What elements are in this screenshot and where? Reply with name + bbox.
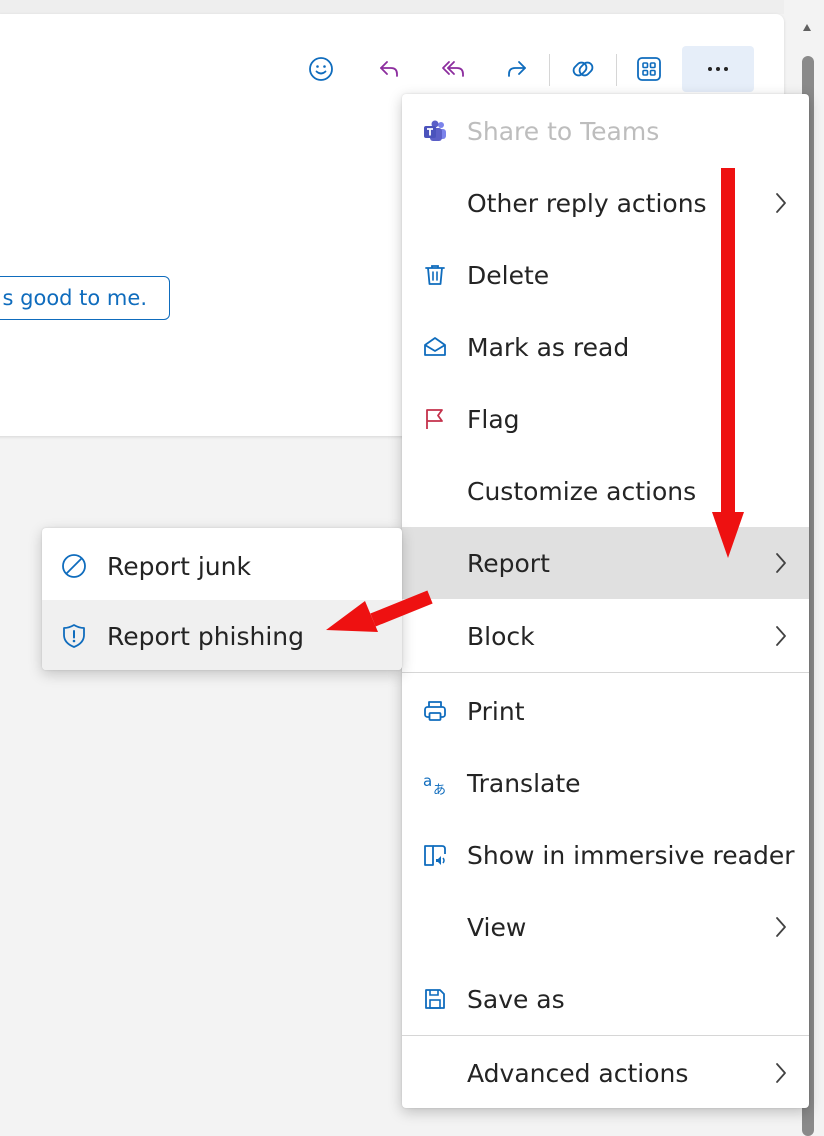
reply-all-button[interactable]: [430, 46, 476, 92]
menu-item-customize-actions[interactable]: Customize actions: [402, 455, 809, 527]
scroll-up-arrow-icon[interactable]: [803, 24, 811, 31]
more-actions-button[interactable]: [682, 46, 754, 92]
emoji-button[interactable]: [298, 46, 344, 92]
submenu-item-label: Report phishing: [107, 621, 305, 651]
svg-text:a: a: [423, 772, 432, 790]
menu-item-translate[interactable]: a あ Translate: [402, 747, 809, 819]
reply-all-icon: [442, 61, 464, 77]
menu-item-share-to-teams[interactable]: Share to Teams: [402, 95, 809, 167]
flag-icon: [422, 406, 448, 432]
report-submenu: Report junk Report phishing: [42, 528, 402, 670]
top-strip: [0, 0, 784, 14]
menu-item-report[interactable]: Report: [402, 527, 809, 599]
reply-button[interactable]: [366, 46, 412, 92]
menu-item-immersive-reader[interactable]: Show in immersive reader: [402, 819, 809, 891]
menu-item-label: Share to Teams: [467, 116, 660, 146]
menu-item-label: Mark as read: [467, 332, 630, 362]
suggested-reply-button[interactable]: s good to me.: [0, 276, 170, 320]
menu-item-label: Advanced actions: [467, 1058, 689, 1088]
toolbar-separator: [616, 54, 617, 86]
forward-button[interactable]: [494, 46, 540, 92]
teams-icon: [422, 118, 448, 144]
menu-item-label: Print: [467, 696, 525, 726]
save-icon: [422, 986, 448, 1012]
chevron-right-icon: [776, 1063, 786, 1083]
menu-item-block[interactable]: Block: [402, 600, 809, 672]
toolbar-separator: [549, 54, 550, 86]
menu-item-other-reply-actions[interactable]: Other reply actions: [402, 167, 809, 239]
chevron-right-icon: [776, 917, 786, 937]
menu-item-label: Delete: [467, 260, 550, 290]
more-actions-menu: Share to Teams Other reply actions Delet…: [402, 94, 809, 1108]
submenu-item-report-phishing[interactable]: Report phishing: [42, 600, 402, 670]
loop-icon: [572, 61, 594, 77]
apps-button[interactable]: [626, 46, 672, 92]
printer-icon: [422, 698, 448, 724]
trash-icon: [422, 262, 448, 288]
menu-item-label: Report: [467, 548, 550, 578]
smiley-icon: [309, 57, 333, 81]
forward-icon: [508, 61, 526, 77]
menu-item-mark-as-read[interactable]: Mark as read: [402, 311, 809, 383]
menu-item-print[interactable]: Print: [402, 675, 809, 747]
prohibited-icon: [62, 554, 86, 578]
menu-item-advanced-actions[interactable]: Advanced actions: [402, 1037, 809, 1108]
menu-item-label: Show in immersive reader: [467, 840, 795, 870]
reply-icon: [380, 61, 398, 77]
submenu-item-report-junk[interactable]: Report junk: [42, 530, 402, 602]
menu-item-label: Other reply actions: [467, 188, 707, 218]
apps-grid-icon: [637, 57, 661, 81]
menu-item-label: Save as: [467, 984, 565, 1014]
shield-alert-icon: [63, 624, 85, 648]
menu-item-save-as[interactable]: Save as: [402, 963, 809, 1035]
menu-item-delete[interactable]: Delete: [402, 239, 809, 311]
menu-item-label: Customize actions: [467, 476, 697, 506]
menu-item-flag[interactable]: Flag: [402, 383, 809, 455]
menu-item-label: Translate: [467, 768, 581, 798]
more-icon: [708, 67, 728, 71]
submenu-item-label: Report junk: [107, 551, 251, 581]
loop-button[interactable]: [560, 46, 606, 92]
menu-divider: [402, 672, 809, 673]
menu-item-label: Block: [467, 621, 535, 651]
open-envelope-icon: [422, 334, 448, 360]
chevron-right-icon: [776, 553, 786, 573]
menu-divider: [402, 1035, 809, 1036]
immersive-reader-icon: [422, 842, 448, 868]
translate-icon: a あ: [422, 770, 448, 796]
svg-text:あ: あ: [433, 783, 446, 796]
chevron-right-icon: [776, 626, 786, 646]
menu-item-label: View: [467, 912, 527, 942]
chevron-right-icon: [776, 193, 786, 213]
menu-item-label: Flag: [467, 404, 520, 434]
menu-item-view[interactable]: View: [402, 891, 809, 963]
